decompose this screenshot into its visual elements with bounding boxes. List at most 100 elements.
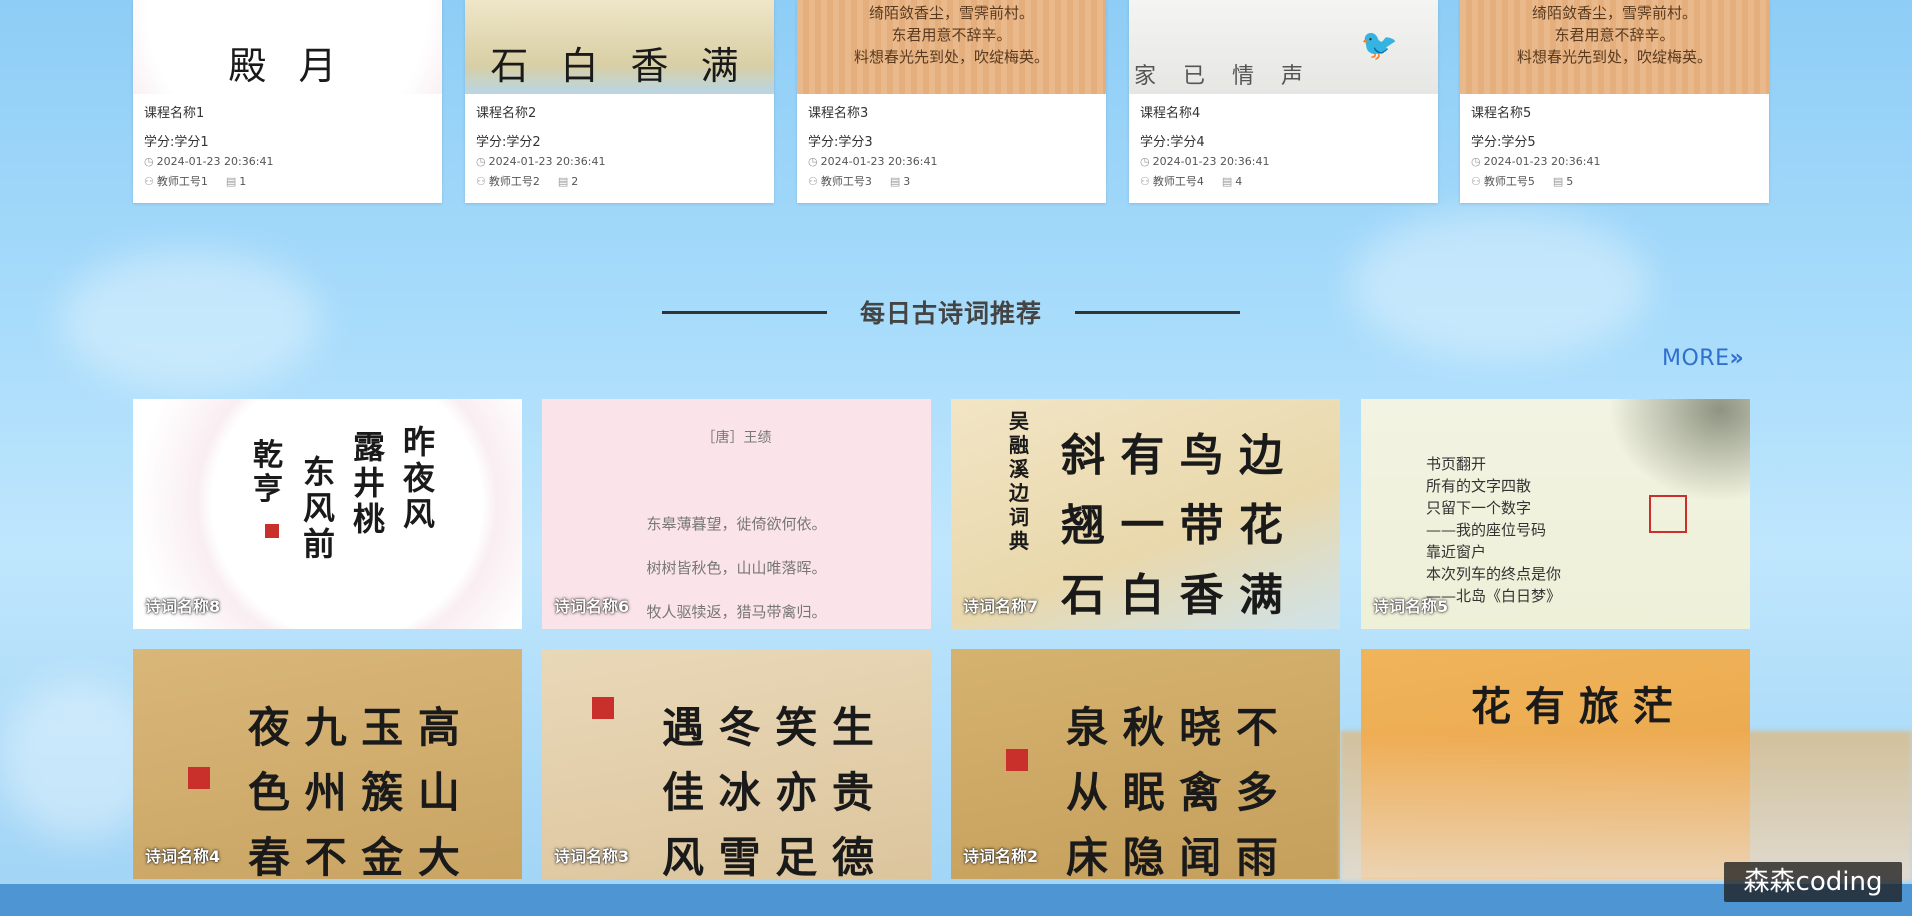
seal-stamp xyxy=(265,524,279,538)
bamboo-decoration xyxy=(1600,399,1750,509)
poem-calligraphy: 泉 秋 晓 不 xyxy=(1066,703,1278,752)
bird-icon: 🐦 xyxy=(1360,28,1398,63)
image-loading-overlay xyxy=(1340,731,1912,881)
section-title: 每日古诗词推荐 xyxy=(859,299,1042,328)
poem-calligraphy: 斜 有 鸟 边 xyxy=(1061,430,1283,481)
seal-stamp xyxy=(188,767,210,789)
course-image: 绮陌敛香尘，雪霁前村。 东君用意不辞辛。 料想春光先到处，吹绽梅英。 xyxy=(797,0,1106,94)
poem-calligraphy: 乾 亨 xyxy=(253,438,283,507)
poem-line: 树树皆秋色，山山唯落晖。 xyxy=(646,559,827,577)
course-image-calligraphy: 殿 月 xyxy=(228,44,347,88)
course-card[interactable]: 石 白 香 满 课程名称2 学分:学分2 ◷ 2024-01-23 20:36:4… xyxy=(465,0,774,203)
course-name: 课程名称5 xyxy=(1471,106,1532,121)
heading-divider xyxy=(1075,310,1240,314)
clock-icon: ◷ xyxy=(808,155,818,168)
course-count: 2 xyxy=(571,175,579,188)
course-name: 课程名称4 xyxy=(1140,106,1201,121)
poem-calligraphy: 石 白 香 满 xyxy=(1061,570,1283,621)
course-image-calligraphy: 石 白 香 满 xyxy=(490,44,749,88)
course-credit: 学分:学分2 xyxy=(476,135,541,150)
poem-name: 诗词名称8 xyxy=(145,597,221,616)
poem-author: ［唐］王绩 xyxy=(701,430,772,446)
course-card[interactable]: 绮陌敛香尘，雪霁前村。 东君用意不辞辛。 料想春光先到处，吹绽梅英。 课程名称3… xyxy=(797,0,1106,203)
poem-text-block: 书页翻开 所有的文字四散 只留下一个数字 ——我的座位号码 靠近窗户 本次列车的… xyxy=(1426,453,1561,607)
comment-icon: ▤ xyxy=(1552,175,1564,188)
cloud-decoration xyxy=(1350,210,1650,360)
poem-card[interactable]: 遇 冬 笑 生 佳 冰 亦 贵 风 雪 足 德 诗词名称3 xyxy=(542,649,931,879)
user-icon: ⚇ xyxy=(1471,175,1481,188)
poem-name: 诗词名称5 xyxy=(1373,597,1449,616)
poem-calligraphy-small: 吴 融 溪 边 词 典 xyxy=(1009,409,1029,553)
poem-card[interactable]: ［唐］王绩 东皋薄暮望，徙倚欲何依。 树树皆秋色，山山唯落晖。 牧人驱犊返，猎马… xyxy=(542,399,931,629)
comment-icon: ▤ xyxy=(889,175,901,188)
course-teacher: 教师工号4 xyxy=(1152,175,1204,188)
course-time: 2024-01-23 20:36:41 xyxy=(820,155,938,168)
poem-calligraphy: 从 眠 禽 多 xyxy=(1066,768,1278,817)
course-name: 课程名称2 xyxy=(476,106,537,121)
course-name: 课程名称1 xyxy=(144,106,205,121)
course-teacher: 教师工号5 xyxy=(1483,175,1535,188)
user-icon: ⚇ xyxy=(808,175,818,188)
poem-card[interactable]: 夜 九 玉 高 色 州 簇 山 春 不 金 大 诗词名称4 xyxy=(133,649,522,879)
seal-stamp xyxy=(1649,495,1687,533)
poem-name: 诗词名称2 xyxy=(963,847,1039,866)
seal-stamp xyxy=(592,697,614,719)
poem-line: 只留下一个数字 xyxy=(1426,499,1532,517)
more-link[interactable]: MORE» xyxy=(1662,346,1744,371)
course-credit: 学分:学分1 xyxy=(144,135,209,150)
poem-line: 本次列车的终点是你 xyxy=(1426,565,1562,583)
poem-card[interactable]: 书页翻开 所有的文字四散 只留下一个数字 ——我的座位号码 靠近窗户 本次列车的… xyxy=(1361,399,1750,629)
poem-calligraphy: 夜 九 玉 高 xyxy=(248,703,460,752)
poem-calligraphy: 春 不 金 大 xyxy=(248,833,460,879)
poem-calligraphy: 昨 夜 风 xyxy=(403,423,436,533)
course-card[interactable]: 绮陌敛香尘，雪霁前村。 东君用意不辞辛。 料想春光先到处，吹绽梅英。 课程名称5… xyxy=(1460,0,1769,203)
user-icon: ⚇ xyxy=(1140,175,1150,188)
poem-calligraphy: 遇 冬 笑 生 xyxy=(662,703,874,752)
course-credit: 学分:学分3 xyxy=(808,135,873,150)
watermark: 森森coding xyxy=(1724,862,1902,902)
poem-calligraphy: 露 井 桃 xyxy=(353,428,386,538)
course-card[interactable]: 殿 月 课程名称1 学分:学分1 ◷ 2024-01-23 20:36:41 ⚇ 教… xyxy=(133,0,442,203)
poem-line: 所有的文字四散 xyxy=(1426,477,1532,495)
poem-line: ——我的座位号码 xyxy=(1426,521,1547,539)
more-label: MORE xyxy=(1662,346,1730,371)
poem-name: 诗词名称4 xyxy=(145,847,221,866)
course-count: 1 xyxy=(239,175,247,188)
course-teacher: 教师工号3 xyxy=(820,175,872,188)
user-icon: ⚇ xyxy=(476,175,486,188)
course-teacher: 教师工号2 xyxy=(488,175,540,188)
clock-icon: ◷ xyxy=(1471,155,1481,168)
poem-calligraphy: 佳 冰 亦 贵 xyxy=(662,768,874,817)
user-icon: ⚇ xyxy=(144,175,154,188)
course-time: 2024-01-23 20:36:41 xyxy=(1483,155,1601,168)
poem-card[interactable]: 乾 亨 东 风 前 露 井 桃 昨 夜 风 诗词名称8 xyxy=(133,399,522,629)
poem-card[interactable]: 泉 秋 晓 不 从 眠 禽 多 床 隐 闻 雨 诗词名称2 xyxy=(951,649,1340,879)
seal-stamp xyxy=(1006,749,1028,771)
course-name: 课程名称3 xyxy=(808,106,869,121)
course-time: 2024-01-23 20:36:41 xyxy=(1152,155,1270,168)
course-card[interactable]: 家 已 情 声 🐦 课程名称4 学分:学分4 ◷ 2024-01-23 20:36… xyxy=(1129,0,1438,203)
clock-icon: ◷ xyxy=(144,155,154,168)
poem-calligraphy: 东 风 前 xyxy=(303,453,336,563)
course-time: 2024-01-23 20:36:41 xyxy=(488,155,606,168)
bottom-bar xyxy=(0,884,1912,916)
heading-divider xyxy=(661,310,827,314)
double-chevron-right-icon: » xyxy=(1729,346,1745,371)
poem-calligraphy: 色 州 簇 山 xyxy=(248,768,460,817)
poem-calligraphy: 翘 一 带 花 xyxy=(1061,500,1283,551)
poem-name: 诗词名称7 xyxy=(963,597,1039,616)
poem-card[interactable]: 斜 有 鸟 边 翘 一 带 花 石 白 香 满 吴 融 溪 边 词 典 诗词名称… xyxy=(951,399,1340,629)
poem-calligraphy: 床 隐 闻 雨 xyxy=(1066,833,1278,879)
poem-calligraphy: 花 有 旅 茫 xyxy=(1471,683,1673,730)
comment-icon: ▤ xyxy=(225,175,237,188)
poem-line: 靠近窗户 xyxy=(1426,543,1487,561)
course-image: 家 已 情 声 🐦 xyxy=(1129,0,1438,94)
clock-icon: ◷ xyxy=(476,155,486,168)
course-carousel: 殿 月 课程名称1 学分:学分1 ◷ 2024-01-23 20:36:41 ⚇ 教… xyxy=(133,0,1769,203)
course-count: 3 xyxy=(903,175,911,188)
clock-icon: ◷ xyxy=(1140,155,1150,168)
course-credit: 学分:学分4 xyxy=(1140,135,1205,150)
course-teacher: 教师工号1 xyxy=(156,175,208,188)
course-image: 殿 月 xyxy=(133,0,442,94)
course-image-poem: 绮陌敛香尘，雪霁前村。 东君用意不辞辛。 料想春光先到处，吹绽梅英。 xyxy=(853,4,1049,66)
